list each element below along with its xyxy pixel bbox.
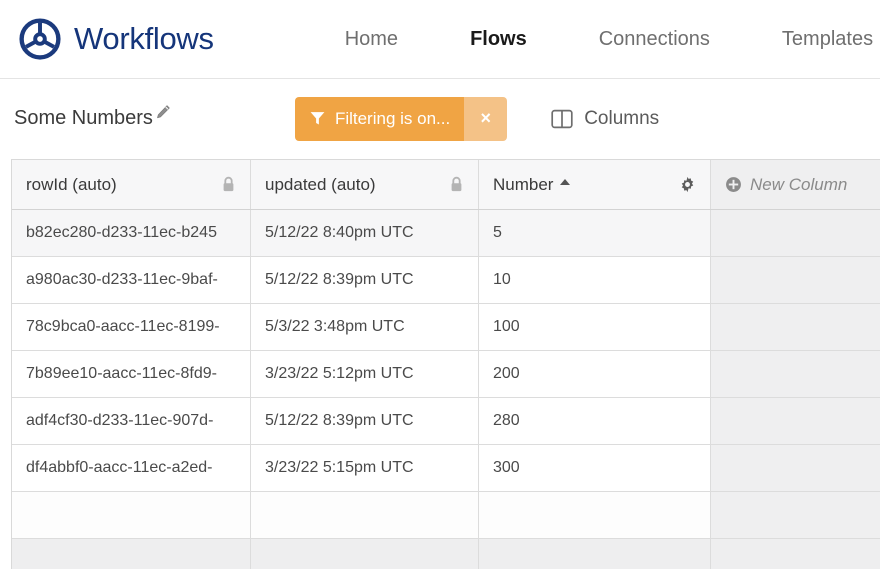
cell-number[interactable]: 300 [479, 445, 711, 491]
new-column-inner: New Column [725, 175, 847, 195]
workflow-circle-logo-icon [19, 18, 61, 60]
filter-button[interactable]: Filtering is on... × [295, 97, 507, 141]
table-row[interactable]: df4abbf0-aacc-11ec-a2ed- 3/23/22 5:15pm … [12, 445, 880, 492]
cell-new-column [711, 304, 880, 350]
cell-rowid[interactable]: a980ac30-d233-11ec-9baf- [12, 257, 251, 303]
nav-item-flows[interactable]: Flows [434, 28, 563, 51]
lock-icon [449, 176, 464, 193]
column-header-number-label: Number [493, 175, 679, 195]
cell-rowid[interactable]: adf4cf30-d233-11ec-907d- [12, 398, 251, 444]
sort-ascending-icon[interactable] [560, 179, 570, 185]
table-row[interactable]: 7b89ee10-aacc-11ec-8fd9- 3/23/22 5:12pm … [12, 351, 880, 398]
column-header-updated-label: updated (auto) [265, 175, 449, 195]
cell-rowid-text: a980ac30-d233-11ec-9baf- [26, 271, 218, 289]
cell-rowid-text: b82ec280-d233-11ec-b245 [26, 224, 217, 242]
column-header-new-column[interactable]: New Column [711, 160, 880, 209]
cell-new-column [711, 210, 880, 256]
cell-number[interactable]: 10 [479, 257, 711, 303]
cell-rowid-text: adf4cf30-d233-11ec-907d- [26, 412, 213, 430]
data-grid: rowId (auto) updated (auto) Number [11, 159, 880, 569]
lock-icon [221, 176, 236, 193]
filter-button-label: Filtering is on... [335, 109, 450, 129]
cell-number-text: 200 [493, 365, 520, 383]
new-record-row[interactable] [12, 492, 880, 539]
footer-cell-rowid [12, 539, 251, 569]
cell-updated[interactable]: 5/3/22 3:48pm UTC [251, 304, 479, 350]
nav-item-templates[interactable]: Templates [746, 28, 880, 51]
cell-updated[interactable]: 3/23/22 5:15pm UTC [251, 445, 479, 491]
footer-cell-updated [251, 539, 479, 569]
cell-number[interactable]: 5 [479, 210, 711, 256]
brand-title: Workflows [74, 21, 214, 57]
cell-updated-text: 5/3/22 3:48pm UTC [265, 318, 405, 336]
cell-new-column-empty [711, 492, 880, 538]
cell-rowid-text: df4abbf0-aacc-11ec-a2ed- [26, 459, 213, 477]
cell-updated-text: 3/23/22 5:12pm UTC [265, 365, 414, 383]
cell-rowid-empty[interactable] [12, 492, 251, 538]
grid-footer-row [12, 539, 880, 569]
cell-updated-text: 5/12/22 8:40pm UTC [265, 224, 414, 242]
cell-number[interactable]: 200 [479, 351, 711, 397]
cell-updated[interactable]: 5/12/22 8:39pm UTC [251, 257, 479, 303]
cell-rowid[interactable]: b82ec280-d233-11ec-b245 [12, 210, 251, 256]
pencil-icon[interactable] [154, 104, 171, 121]
cell-updated-empty[interactable] [251, 492, 479, 538]
column-header-rowid[interactable]: rowId (auto) [12, 160, 251, 209]
cell-rowid-text: 78c9bca0-aacc-11ec-8199- [26, 318, 220, 336]
cell-number-text: 280 [493, 412, 520, 430]
funnel-icon [309, 110, 326, 127]
top-navigation-bar: Workflows Home Flows Connections Templat… [0, 0, 880, 79]
column-header-updated[interactable]: updated (auto) [251, 160, 479, 209]
column-header-rowid-label: rowId (auto) [26, 175, 221, 195]
cell-updated-text: 5/12/22 8:39pm UTC [265, 271, 414, 289]
table-row[interactable]: adf4cf30-d233-11ec-907d- 5/12/22 8:39pm … [12, 398, 880, 445]
cell-new-column [711, 398, 880, 444]
cell-rowid[interactable]: df4abbf0-aacc-11ec-a2ed- [12, 445, 251, 491]
cell-updated-text: 3/23/22 5:15pm UTC [265, 459, 414, 477]
cell-number-text: 10 [493, 271, 511, 289]
brand[interactable]: Workflows [19, 18, 214, 60]
table-row[interactable]: b82ec280-d233-11ec-b245 5/12/22 8:40pm U… [12, 210, 880, 257]
cell-number-text: 300 [493, 459, 520, 477]
nav-item-connections[interactable]: Connections [563, 28, 746, 51]
table-row[interactable]: 78c9bca0-aacc-11ec-8199- 5/3/22 3:48pm U… [12, 304, 880, 351]
columns-button[interactable]: Columns [551, 108, 659, 130]
cell-new-column [711, 445, 880, 491]
columns-icon [551, 109, 573, 129]
footer-cell-new-column [711, 539, 880, 569]
footer-cell-number [479, 539, 711, 569]
cell-rowid[interactable]: 78c9bca0-aacc-11ec-8199- [12, 304, 251, 350]
cell-rowid[interactable]: 7b89ee10-aacc-11ec-8fd9- [12, 351, 251, 397]
plus-circle-icon[interactable] [725, 176, 742, 193]
cell-rowid-text: 7b89ee10-aacc-11ec-8fd9- [26, 365, 217, 383]
cell-number[interactable]: 280 [479, 398, 711, 444]
filter-clear-button[interactable]: × [464, 97, 507, 141]
filter-button-main[interactable]: Filtering is on... [295, 97, 464, 141]
new-column-label: New Column [750, 175, 847, 195]
cell-number[interactable]: 100 [479, 304, 711, 350]
column-header-number[interactable]: Number [479, 160, 711, 209]
cell-number-text: 100 [493, 318, 520, 336]
cell-updated[interactable]: 5/12/22 8:39pm UTC [251, 398, 479, 444]
sheet-name-label: Some Numbers [14, 107, 153, 130]
column-header-number-text: Number [493, 175, 553, 195]
cell-number-empty[interactable] [479, 492, 711, 538]
cell-number-text: 5 [493, 224, 502, 242]
columns-button-label: Columns [584, 108, 659, 130]
cell-updated[interactable]: 5/12/22 8:40pm UTC [251, 210, 479, 256]
cell-updated-text: 5/12/22 8:39pm UTC [265, 412, 414, 430]
main-nav: Home Flows Connections Templates [309, 28, 880, 51]
gear-icon[interactable] [679, 176, 696, 193]
cell-new-column [711, 257, 880, 303]
cell-new-column [711, 351, 880, 397]
table-toolbar: Some Numbers Filtering is on... × Column… [0, 79, 880, 158]
sheet-name[interactable]: Some Numbers [14, 107, 171, 130]
cell-updated[interactable]: 3/23/22 5:12pm UTC [251, 351, 479, 397]
grid-header-row: rowId (auto) updated (auto) Number [12, 160, 880, 210]
table-row[interactable]: a980ac30-d233-11ec-9baf- 5/12/22 8:39pm … [12, 257, 880, 304]
nav-item-home[interactable]: Home [309, 28, 434, 51]
